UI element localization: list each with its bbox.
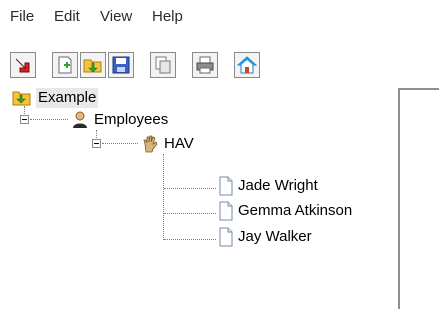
new-button[interactable]: [52, 52, 78, 78]
tree-node-label: Gemma Atkinson: [238, 202, 353, 219]
new-document-icon: [58, 56, 72, 74]
tree-node-label: Jay Walker: [238, 228, 312, 245]
save-icon: [112, 56, 130, 74]
copy-button[interactable]: [150, 52, 176, 78]
print-button[interactable]: [192, 52, 218, 78]
tree-node-hav[interactable]: HAV: [140, 134, 194, 154]
copy-icon: [155, 56, 171, 74]
home-icon: [237, 56, 257, 74]
tree-node-example[interactable]: Example: [12, 88, 99, 108]
print-icon: [196, 56, 214, 74]
tree-line: [30, 119, 68, 120]
menu-help[interactable]: Help: [150, 6, 185, 28]
document-icon: [219, 201, 233, 221]
tree-view: Example Employees HAV Jade Wright Gemma …: [0, 88, 398, 309]
tree-node-person[interactable]: Gemma Atkinson: [218, 201, 352, 221]
tree-line: [164, 239, 216, 240]
home-button[interactable]: [234, 52, 260, 78]
tree-node-label: Jade Wright: [238, 177, 318, 194]
tree-node-label: Employees: [94, 111, 169, 128]
save-button[interactable]: [108, 52, 134, 78]
tree-line: [163, 154, 164, 240]
collapse-employees-toggle[interactable]: [20, 115, 29, 124]
person-icon: [73, 111, 87, 128]
tree-node-label: HAV: [164, 135, 194, 152]
menu-file[interactable]: File: [8, 6, 36, 28]
tree-line: [164, 213, 216, 214]
panel-splitter[interactable]: [398, 88, 400, 309]
tree-node-label: Example: [36, 88, 99, 108]
tree-line: [164, 188, 216, 189]
exit-button[interactable]: [10, 52, 36, 78]
menu-edit[interactable]: Edit: [52, 6, 82, 28]
tree-line: [102, 143, 138, 144]
tree-node-person[interactable]: Jade Wright: [218, 176, 318, 196]
menu-view[interactable]: View: [98, 6, 134, 28]
menu-bar: File Edit View Help: [0, 6, 439, 28]
collapse-hav-toggle[interactable]: [92, 139, 101, 148]
folder-icon: [12, 91, 31, 106]
open-button[interactable]: [80, 52, 106, 78]
tree-node-person[interactable]: Jay Walker: [218, 227, 312, 247]
open-icon: [83, 59, 102, 73]
document-icon: [219, 176, 233, 196]
hand-icon: [143, 135, 158, 153]
document-icon: [219, 227, 233, 247]
exit-icon: [15, 58, 30, 73]
content-panel-border: [398, 88, 439, 90]
toolbar: [0, 52, 439, 88]
tree-node-employees[interactable]: Employees: [70, 110, 168, 130]
